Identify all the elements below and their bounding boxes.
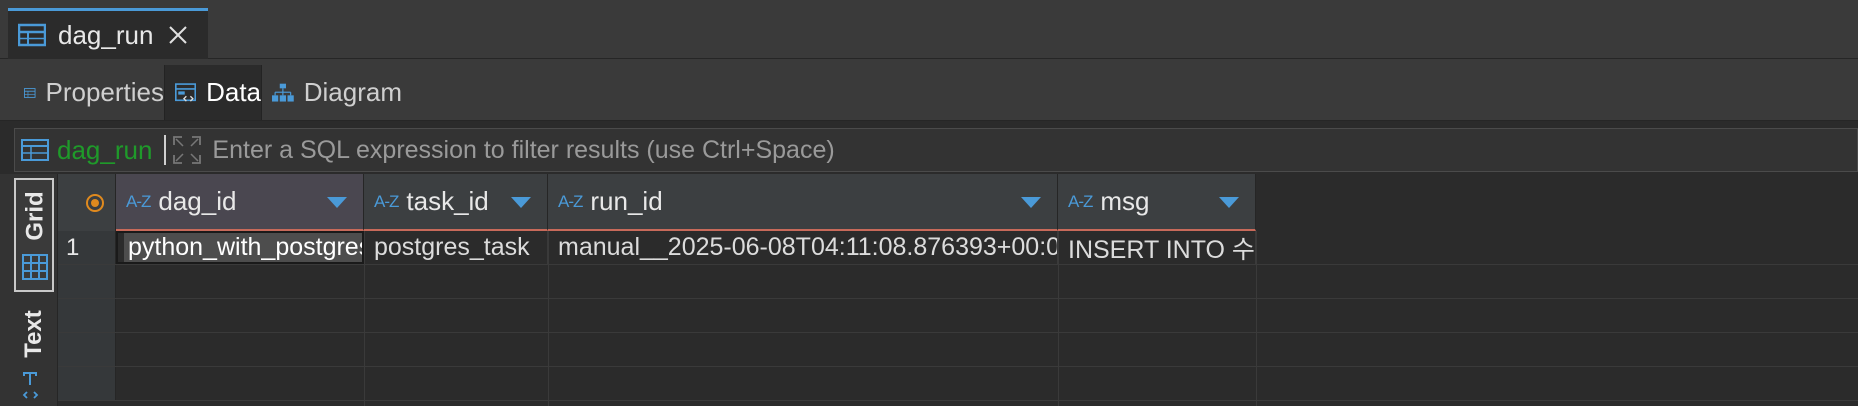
string-type-icon: A-Z <box>126 191 151 211</box>
tab-text-label: Text <box>20 310 48 358</box>
editor-tab-label: dag_run <box>58 19 154 50</box>
tab-diagram[interactable]: Diagram <box>262 65 402 120</box>
table-icon <box>24 87 36 98</box>
tab-diagram-label: Diagram <box>303 77 402 107</box>
record-marker-icon <box>86 193 104 212</box>
row-divider <box>58 332 1858 333</box>
column-header-run-id[interactable]: A-Z run_id <box>548 174 1058 231</box>
sort-arrow-icon[interactable] <box>1021 197 1041 208</box>
tab-text[interactable]: Text <box>14 298 54 406</box>
sort-arrow-icon[interactable] <box>511 197 531 208</box>
string-type-icon: A-Z <box>1068 191 1093 211</box>
column-name: task_id <box>406 186 489 216</box>
column-name: dag_id <box>158 186 237 216</box>
expand-icon[interactable] <box>172 135 202 165</box>
tab-data[interactable]: Data <box>164 65 262 120</box>
text-icon <box>22 372 39 399</box>
table-icon <box>18 23 46 47</box>
column-header-dag-id[interactable]: A-Z dag_id <box>116 174 364 231</box>
row-number-empty <box>58 265 116 298</box>
column-name: msg <box>1100 186 1150 216</box>
row-number-empty <box>58 367 116 400</box>
column-divider <box>1256 231 1257 406</box>
editor-subtabs: Properties Data Diagram <box>0 59 1858 121</box>
cell-msg[interactable]: INSERT INTO 수행 <box>1058 231 1256 264</box>
table-icon <box>21 139 49 161</box>
tab-properties-label: Properties <box>45 77 165 107</box>
column-name: run_id <box>590 186 663 216</box>
cell-task-id[interactable]: postgres_task <box>364 231 548 264</box>
row-header-corner[interactable] <box>58 174 116 231</box>
row-divider <box>58 400 1858 401</box>
tab-properties[interactable]: Properties <box>14 65 164 120</box>
text-cursor <box>164 135 167 165</box>
filter-entity[interactable]: dag_run <box>15 129 152 171</box>
row-number-empty <box>58 299 116 332</box>
diagram-icon <box>272 83 294 102</box>
row-divider <box>58 298 1858 299</box>
filter-bar: dag_run <box>14 128 1858 172</box>
cell-value: python_with_postgres <box>124 233 362 262</box>
results-grid: A-Z dag_id A-Z task_id A-Z run_id A-Z ms… <box>58 174 1858 406</box>
row-divider <box>58 366 1858 367</box>
sort-arrow-icon[interactable] <box>1219 197 1239 208</box>
editor-tab-bar: dag_run <box>0 0 1858 59</box>
column-header-task-id[interactable]: A-Z task_id <box>364 174 548 231</box>
filter-entity-label: dag_run <box>57 134 153 165</box>
column-header-msg[interactable]: A-Z msg <box>1058 174 1256 231</box>
string-type-icon: A-Z <box>374 191 399 211</box>
tab-data-label: Data <box>206 77 261 107</box>
editor-tab-dag-run[interactable]: dag_run <box>8 8 208 59</box>
data-icon <box>175 82 197 102</box>
grid-icon <box>22 254 48 280</box>
cell-run-id[interactable]: manual__2025-06-08T04:11:08.876393+00:00 <box>548 231 1058 264</box>
cell-dag-id[interactable]: python_with_postgres <box>116 231 364 264</box>
view-switcher-panel: Grid Text <box>0 174 58 406</box>
string-type-icon: A-Z <box>558 191 583 211</box>
row-divider <box>58 264 1858 265</box>
tab-grid[interactable]: Grid <box>14 178 54 292</box>
sort-arrow-icon[interactable] <box>327 197 347 208</box>
tab-grid-label: Grid <box>22 191 49 241</box>
close-icon[interactable] <box>167 24 189 46</box>
filter-input[interactable] <box>212 129 1857 171</box>
row-number-empty <box>58 333 116 366</box>
row-number[interactable]: 1 <box>58 231 116 264</box>
